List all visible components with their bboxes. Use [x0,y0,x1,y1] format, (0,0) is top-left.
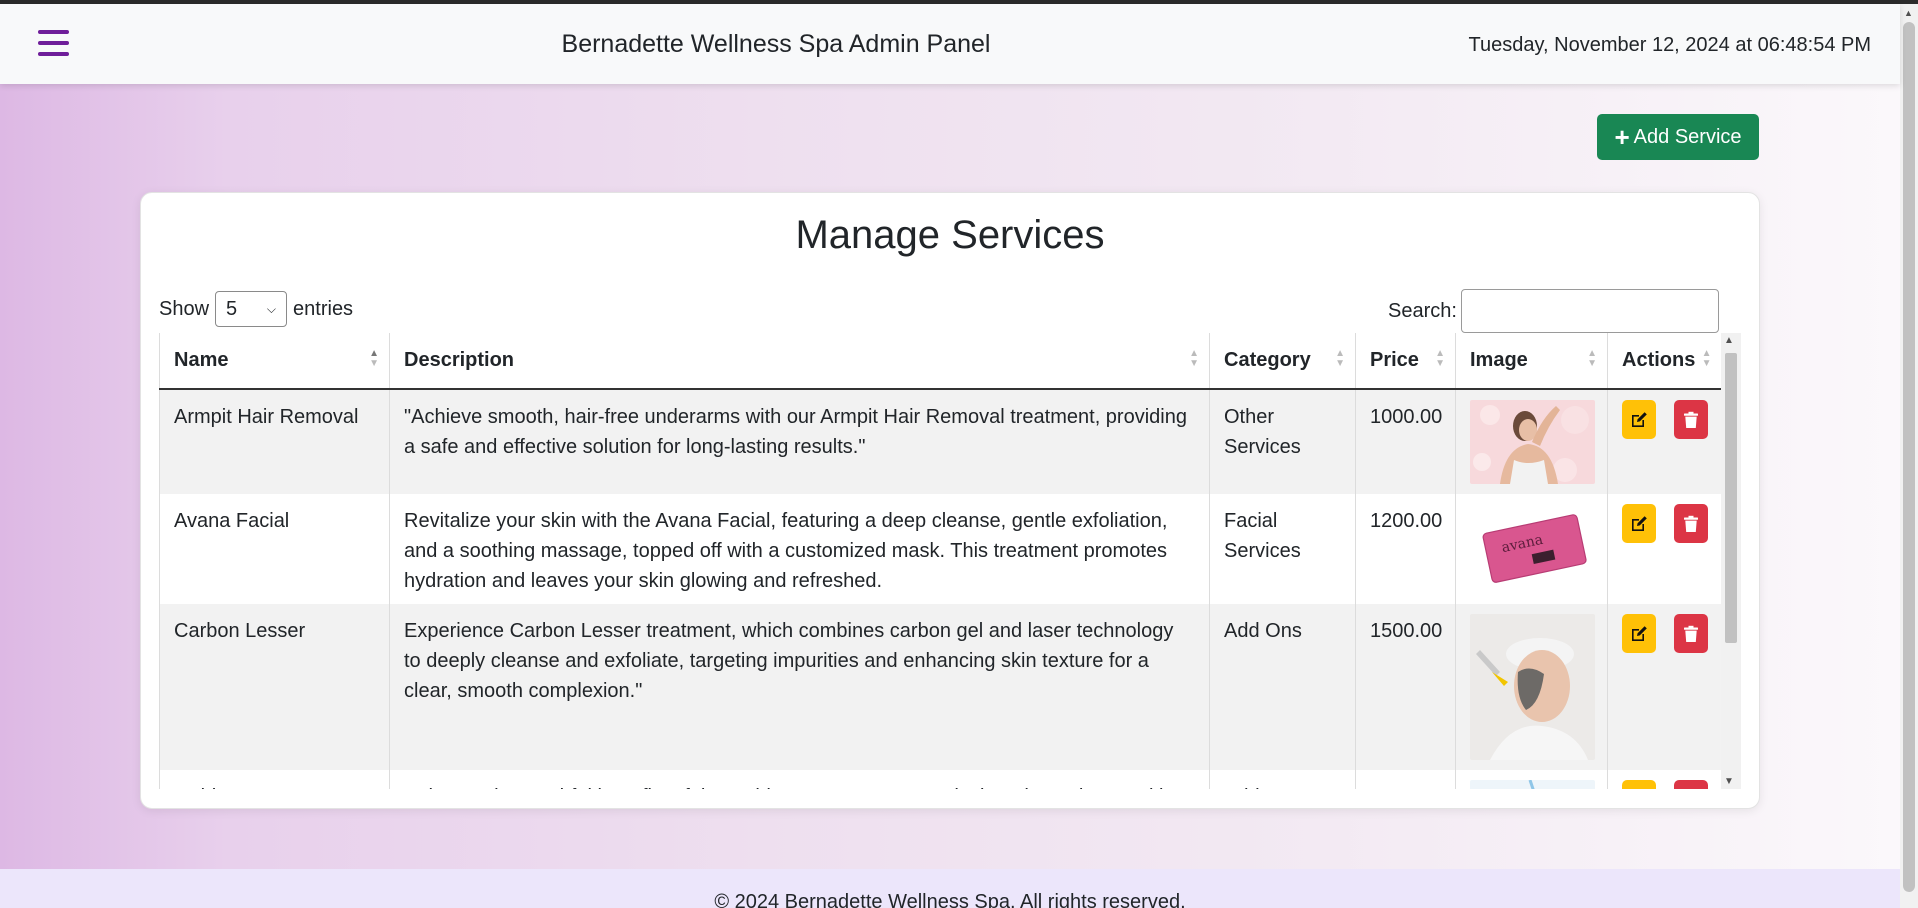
service-image-armpit [1470,400,1595,484]
trash-icon [1683,411,1698,428]
delete-button[interactable] [1673,504,1708,543]
sort-asc-icon: ▲ ▼ [369,348,379,369]
cell-category: Add Ons [1209,770,1356,789]
page-scrollbar[interactable]: ▲ [1900,4,1918,908]
trash-icon [1683,625,1698,642]
add-service-button[interactable]: + Add Service [1597,114,1759,160]
services-table-container: Name ▲ ▼ Description ▲ ▼ Category ▲ ▼ Price ▲ ▼ … [159,333,1741,789]
search-input[interactable] [1460,289,1719,333]
edit-icon [1631,515,1647,531]
trash-icon [1683,515,1698,532]
edit-button[interactable] [1622,614,1656,653]
column-header-name[interactable]: Name ▲ ▼ [159,333,390,390]
delete-button[interactable] [1673,614,1708,653]
cell-price: 1200.00 [1355,494,1456,604]
page-scroll-up-icon[interactable]: ▲ [1904,8,1913,18]
cell-category: Facial Services [1209,494,1356,604]
delete-button[interactable] [1673,400,1708,439]
add-service-label: Add Service [1633,125,1742,148]
edit-icon [1631,625,1647,641]
entries-select-value: 5 [226,297,238,320]
search-control: Search: [1388,289,1719,333]
sort-icon: ▲ ▼ [1701,348,1712,369]
top-navbar: Bernadette Wellness Spa Admin Panel Tues… [0,4,1900,84]
cell-name: Armpit Hair Removal [159,389,390,494]
page-footer: © 2024 Bernadette Wellness Spa. All righ… [0,869,1900,908]
cell-name: Gold Hannaa [159,770,390,789]
manage-services-card: Manage Services Show 5 ⌵ entries Search:… [140,192,1760,809]
sort-icon: ▲ ▼ [1335,348,1345,369]
search-label: Search: [1388,299,1457,322]
plus-icon: + [1614,122,1630,152]
service-image-avana: avana [1470,506,1595,586]
edit-button[interactable] [1622,504,1656,543]
cell-name: Avana Facial [159,494,390,604]
app-title: Bernadette Wellness Spa Admin Panel [561,30,991,58]
edit-button[interactable] [1622,400,1656,439]
entries-label: entries [293,297,354,320]
cell-actions [1607,604,1721,770]
cell-name: Carbon Lesser [159,604,390,770]
cell-actions [1607,389,1721,494]
cell-description: Experience Carbon Lesser treatment, whic… [389,604,1210,770]
service-image-gold [1470,780,1595,789]
services-table-viewport[interactable]: Name ▲ ▼ Description ▲ ▼ Category ▲ ▼ Price ▲ ▼ … [159,333,1721,789]
service-image-carbon [1470,614,1595,760]
column-header-category[interactable]: Category ▲ ▼ [1209,333,1356,390]
cell-description: "Achieve smooth, hair-free underarms wit… [389,389,1210,494]
page-title: Manage Services [795,213,1105,257]
edit-button[interactable] [1622,780,1656,789]
cell-image [1455,389,1608,494]
cell-price: 1500.00 [1355,604,1456,770]
cell-description: Revitalize your skin with the Avana Faci… [389,494,1210,604]
edit-icon [1631,411,1647,427]
column-header-description[interactable]: Description ▲ ▼ [389,333,1210,390]
cell-price: 400.00 [1355,770,1456,789]
delete-button[interactable] [1673,780,1708,789]
sort-icon: ▲ ▼ [1435,348,1445,369]
table-scrollbar-thumb[interactable] [1725,353,1737,643]
cell-category: Add Ons [1209,604,1356,770]
column-header-price[interactable]: Price ▲ ▼ [1355,333,1456,390]
services-table: Name ▲ ▼ Description ▲ ▼ Category ▲ ▼ Price ▲ ▼ … [159,333,1721,789]
page-scrollbar-thumb[interactable] [1903,22,1915,892]
current-datetime: Tuesday, November 12, 2024 at 06:48:54 P… [1468,34,1871,56]
entries-length-control: Show 5 ⌵ entries [159,291,353,327]
sort-icon: ▲ ▼ [1587,348,1597,369]
table-row: Armpit Hair Removal "Achieve smooth, hai… [159,389,1721,494]
chevron-down-icon: ⌵ [266,301,277,316]
cell-category: Other Services [1209,389,1356,494]
column-header-actions[interactable]: Actions ▲ ▼ [1607,333,1721,390]
table-row: Avana Facial Revitalize your skin with t… [159,494,1721,604]
cell-actions [1607,494,1721,604]
scroll-up-arrow-icon[interactable]: ▲ [1724,335,1734,346]
column-header-image[interactable]: Image ▲ ▼ [1455,333,1608,390]
cell-price: 1000.00 [1355,389,1456,494]
table-row: Gold Hannaa Enhance the youthful benefit… [159,770,1721,789]
table-header-row: Name ▲ ▼ Description ▲ ▼ Category ▲ ▼ Price ▲ ▼ … [159,333,1721,390]
cell-image [1455,770,1608,789]
cell-actions [1607,770,1721,789]
cell-description: Enhance the youthful benefits of the Gol… [389,770,1210,789]
table-scrollbar[interactable]: ▲ ▼ [1721,333,1741,789]
cell-image [1455,604,1608,770]
scroll-down-arrow-icon[interactable]: ▼ [1724,776,1734,787]
sort-icon: ▲ ▼ [1189,348,1199,369]
table-row: Carbon Lesser Experience Carbon Lesser t… [159,604,1721,770]
entries-select[interactable]: 5 ⌵ [215,291,288,327]
show-label: Show [159,297,210,320]
cell-image: avana [1455,494,1608,604]
